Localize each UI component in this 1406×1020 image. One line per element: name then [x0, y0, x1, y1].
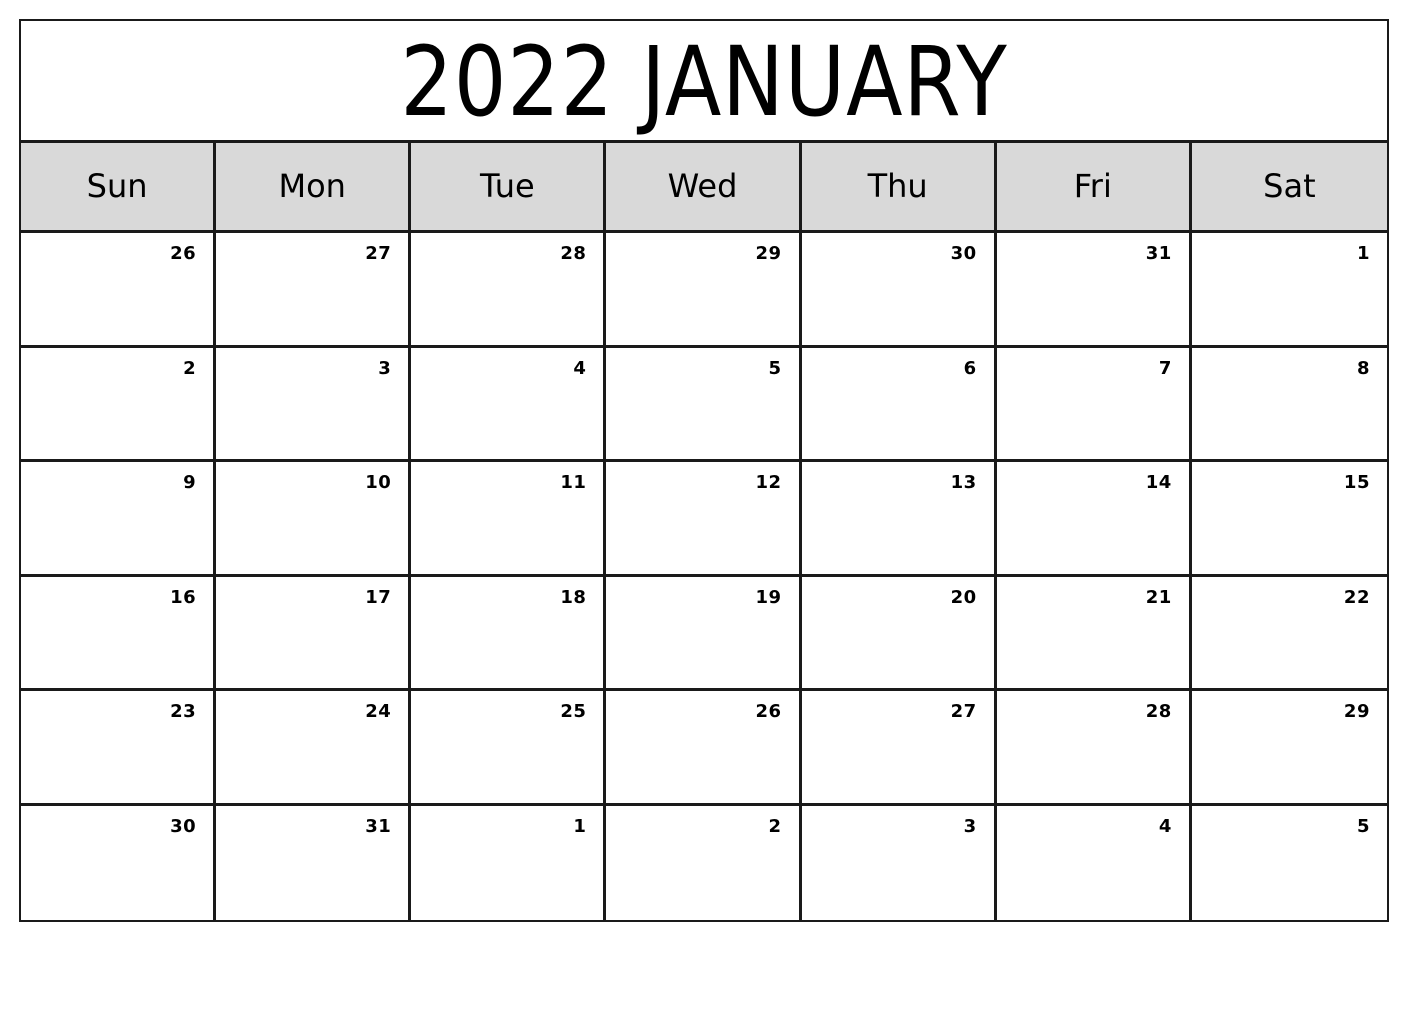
day-number: 12: [755, 472, 782, 493]
day-number: 26: [755, 701, 782, 722]
weekday-sat: Sat: [1263, 166, 1316, 205]
day-cell[interactable]: 29: [1191, 691, 1387, 806]
day-cell[interactable]: 29: [606, 233, 802, 348]
day-cell[interactable]: 9: [21, 462, 217, 577]
day-cell[interactable]: 10: [216, 462, 412, 577]
day-cell[interactable]: 21: [996, 576, 1192, 691]
day-number: 29: [755, 243, 782, 264]
day-number: 3: [963, 815, 977, 837]
day-cell[interactable]: 30: [801, 233, 997, 348]
monthly-calendar: 2022 JANUARY Sun Mon Tue Wed Thu Fri Sat…: [19, 19, 1389, 922]
day-cell[interactable]: 2: [606, 805, 802, 920]
day-number: 24: [365, 701, 392, 722]
day-number: 7: [1158, 357, 1172, 379]
day-cell[interactable]: 28: [996, 691, 1192, 806]
day-number: 1: [573, 815, 587, 837]
day-number: 15: [1343, 472, 1370, 493]
day-number: 2: [768, 815, 782, 837]
day-cell[interactable]: 24: [216, 691, 412, 806]
day-number: 8: [1356, 357, 1370, 379]
day-cell[interactable]: 27: [801, 691, 997, 806]
day-number: 13: [950, 472, 977, 493]
calendar-title: 2022 JANUARY: [400, 25, 1008, 138]
weekday-fri: Fri: [997, 143, 1192, 230]
day-number: 20: [950, 586, 977, 608]
day-cell[interactable]: 8: [1191, 348, 1387, 462]
day-number: 14: [1145, 472, 1172, 493]
day-number: 2: [183, 357, 197, 379]
day-grid: 26 27 28 29 30 31 1 2 3 4 5 6 7 8 9 10 11 12 13 14 15 16 17 18 1…: [21, 233, 1387, 920]
day-number: 22: [1343, 586, 1370, 608]
day-number: 18: [560, 586, 587, 608]
day-cell[interactable]: 3: [802, 805, 997, 920]
day-cell[interactable]: 4: [997, 805, 1192, 920]
day-number: 11: [560, 472, 587, 493]
day-cell[interactable]: 1: [411, 805, 607, 920]
day-cell[interactable]: 26: [606, 691, 802, 806]
day-cell[interactable]: 18: [411, 576, 607, 691]
day-cell[interactable]: 19: [606, 576, 802, 691]
day-number: 26: [170, 243, 197, 264]
calendar-title-box: 2022 JANUARY: [21, 21, 1387, 143]
day-number: 5: [768, 357, 782, 379]
day-cell[interactable]: 30: [21, 805, 217, 920]
day-cell[interactable]: 27: [216, 233, 412, 348]
day-cell[interactable]: 16: [21, 576, 217, 691]
weekday-mon: Mon: [216, 143, 412, 230]
day-number: 31: [365, 815, 392, 837]
day-number: 17: [365, 586, 392, 608]
day-cell[interactable]: 15: [1191, 462, 1387, 577]
day-number: 31: [1145, 243, 1172, 264]
day-number: 1: [1356, 243, 1370, 264]
day-cell[interactable]: 5: [606, 347, 802, 462]
day-number: 23: [170, 701, 197, 722]
day-number: 27: [365, 243, 392, 264]
day-number: 4: [573, 357, 587, 379]
day-number: 25: [560, 701, 587, 722]
day-number: 6: [963, 357, 977, 379]
day-number: 5: [1356, 815, 1370, 837]
weekday-thu: Thu: [802, 143, 997, 230]
day-number: 4: [1158, 815, 1172, 837]
day-cell[interactable]: 25: [411, 691, 607, 806]
day-cell[interactable]: 1: [1191, 233, 1387, 348]
day-cell[interactable]: 31: [216, 805, 412, 920]
day-number: 21: [1145, 586, 1172, 608]
day-number: 9: [183, 472, 197, 493]
day-cell[interactable]: 2: [21, 347, 217, 462]
day-cell[interactable]: 11: [411, 462, 607, 577]
weekday-sun: Sun: [21, 143, 217, 230]
day-cell[interactable]: 4: [411, 347, 607, 462]
weekday-tue: Tue: [411, 143, 607, 230]
day-cell[interactable]: 26: [21, 233, 217, 348]
day-number: 30: [170, 815, 197, 837]
day-number: 30: [950, 243, 977, 264]
day-cell[interactable]: 13: [801, 462, 997, 577]
day-number: 3: [378, 357, 392, 379]
day-number: 19: [755, 586, 782, 608]
weekday-wed: Wed: [606, 143, 802, 230]
day-number: 29: [1343, 701, 1370, 722]
day-cell[interactable]: 31: [996, 233, 1192, 348]
day-cell[interactable]: 6: [801, 347, 997, 462]
day-cell[interactable]: 3: [216, 347, 412, 462]
day-cell[interactable]: 12: [606, 462, 802, 577]
day-cell[interactable]: 23: [21, 691, 217, 806]
day-cell[interactable]: 5: [1192, 806, 1387, 921]
day-cell[interactable]: 20: [801, 576, 997, 691]
day-number: 28: [560, 243, 587, 264]
day-cell[interactable]: 28: [411, 233, 607, 348]
day-cell[interactable]: 17: [216, 576, 412, 691]
day-number: 28: [1145, 701, 1172, 722]
day-number: 27: [950, 701, 977, 722]
day-cell[interactable]: 7: [996, 347, 1192, 462]
day-number: 10: [365, 472, 392, 493]
day-cell[interactable]: 22: [1191, 577, 1387, 691]
day-cell[interactable]: 14: [996, 462, 1192, 577]
weekday-header-row: Sun Mon Tue Wed Thu Fri Sat: [21, 143, 1387, 233]
day-number: 16: [170, 586, 197, 608]
